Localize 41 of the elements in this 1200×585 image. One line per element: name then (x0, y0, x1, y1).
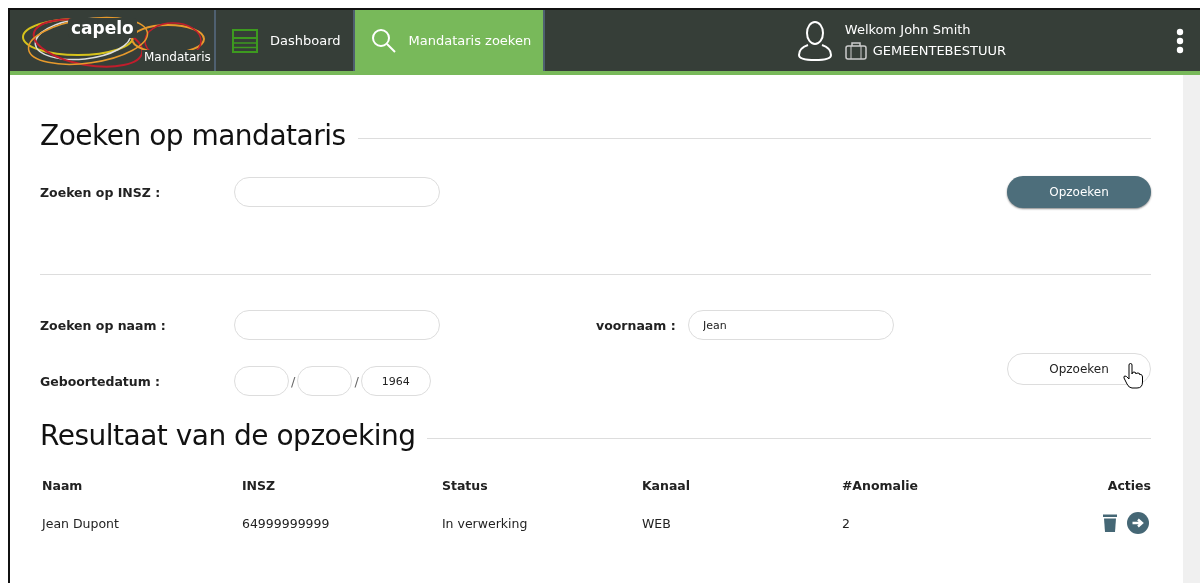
menu-icon[interactable] (1176, 27, 1184, 54)
logo-product-text: Mandataris (142, 50, 213, 64)
arrow-circle-icon[interactable] (1127, 511, 1149, 534)
table-cell: 64999999999 (241, 515, 330, 531)
hand-cursor-icon (1123, 363, 1143, 389)
scrollbar[interactable] (1183, 75, 1200, 583)
input-field[interactable]: Jean (688, 310, 894, 340)
section-title: Resultaat van de opzoeking (40, 419, 416, 452)
column-header: Naam (42, 478, 83, 493)
section-title: Zoeken op mandataris (40, 119, 346, 152)
column-header: Kanaal (641, 478, 691, 493)
table-cell: Jean Dupont (42, 515, 119, 531)
input-field[interactable] (234, 366, 289, 396)
input-field[interactable] (297, 366, 353, 396)
field-label: Geboortedatum : (40, 373, 162, 389)
input-field[interactable] (234, 177, 440, 207)
table-cell: In verwerking (441, 515, 528, 531)
user-icon (796, 19, 833, 62)
search-button[interactable]: Opzoeken (1007, 176, 1151, 208)
search-button[interactable]: Opzoeken (1007, 353, 1151, 385)
trash-icon[interactable] (1103, 513, 1117, 532)
date-separator: / (291, 373, 296, 389)
table-cell: 2 (841, 515, 850, 531)
date-separator: / (354, 373, 359, 389)
field-label: Zoeken op naam : (40, 317, 167, 333)
column-header: Status (441, 478, 488, 493)
logo[interactable]: capelo Mandataris (10, 10, 216, 71)
column-header: Acties (1107, 478, 1151, 493)
column-header: INSZ (241, 478, 276, 493)
table-cell: WEB (641, 515, 671, 531)
role-text: GEMEENTEBESTUUR (872, 42, 1006, 58)
input-field[interactable]: 1964 (360, 366, 431, 396)
column-header: #Anomalie (841, 478, 919, 493)
field-label: voornaam : (596, 317, 677, 333)
field-label: Zoeken op INSZ : (40, 184, 162, 200)
list-icon (232, 28, 258, 53)
input-field[interactable] (234, 310, 440, 340)
welcome-text: Welkom John Smith (844, 21, 972, 37)
search-icon (370, 27, 397, 54)
briefcase-icon (844, 40, 867, 60)
logo-brand-text: capelo (68, 18, 137, 38)
